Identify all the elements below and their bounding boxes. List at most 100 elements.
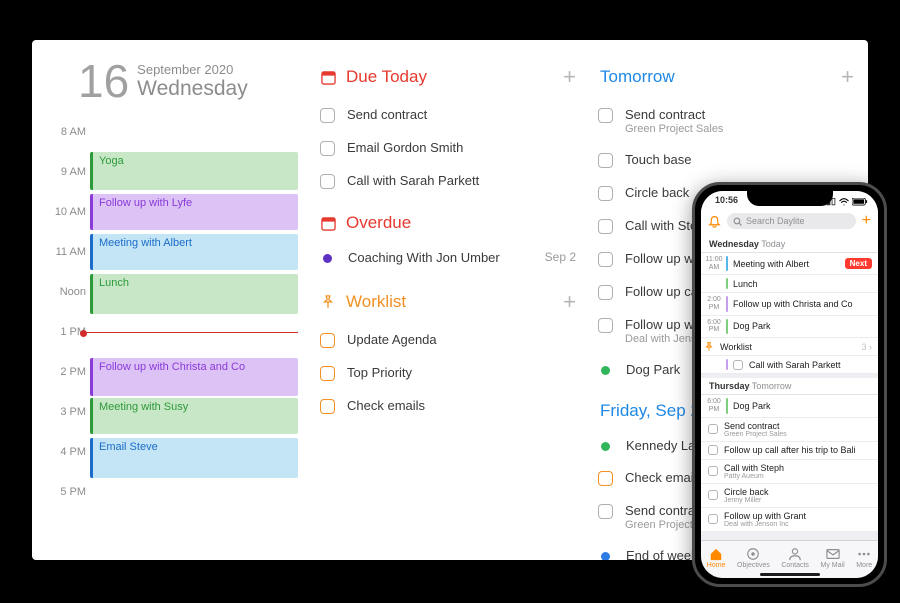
checkbox[interactable] [598,186,613,201]
battery-icon [852,198,868,206]
calendar-event[interactable]: Meeting with Susy [90,398,298,434]
task-row[interactable]: Touch base [598,143,854,176]
time-label: 3 PM [42,406,86,418]
checkbox[interactable] [708,445,718,455]
calendar-event[interactable]: Follow up with Christa and Co [90,358,298,396]
bell-icon[interactable] [708,215,721,228]
status-dot [601,552,610,560]
phone-list-row[interactable]: Follow up with GrantDeal with Jenson Inc [701,508,878,532]
tab-icon [826,547,840,561]
weekday: Wednesday [137,77,248,101]
calendar-event[interactable]: Lunch [90,274,298,314]
time-label: 10 AM [42,206,86,218]
phone-list-row[interactable]: Worklist3 › [701,338,878,356]
phone-add-button[interactable]: + [862,212,871,230]
task-date: Sep 2 [545,250,576,264]
add-due-today-button[interactable]: + [563,64,576,90]
month-year: September 2020 [137,62,248,77]
status-dot [601,442,610,451]
due-today-header: Due Today + [320,64,576,90]
phone-tab-objectives[interactable]: Objectives [737,547,770,569]
phone-tab-more[interactable]: More [856,547,872,569]
search-icon [733,217,742,226]
timeline[interactable]: 8 AM9 AM10 AM11 AMNoon1 PM2 PM3 PM4 PM5 … [42,132,302,560]
phone-search-input[interactable]: Search Daylite [727,213,856,229]
calendar-event[interactable]: Follow up with Lyfe [90,194,298,230]
calendar-event[interactable]: Yoga [90,152,298,190]
tomorrow-title: Tomorrow [600,67,675,87]
phone-list-row[interactable]: Lunch [701,275,878,293]
phone-tab-my-mail[interactable]: My Mail [821,547,845,569]
time-label: 11 AM [42,246,86,258]
task-row[interactable]: Coaching With Jon UmberSep 2 [320,241,576,273]
phone-list-row[interactable]: 2:00PMFollow up with Christa and Co [701,293,878,315]
phone-list-row[interactable]: Send contractGreen Project Sales [701,418,878,442]
phone-search-placeholder: Search Daylite [746,216,805,226]
calendar-event[interactable]: Meeting with Albert [90,234,298,270]
time-label: 5 PM [42,486,86,498]
add-worklist-button[interactable]: + [563,289,576,315]
checkbox[interactable] [598,219,613,234]
phone-tab-contacts[interactable]: Contacts [781,547,809,569]
checkbox[interactable] [320,333,335,348]
phone-day2-header: Thursday Tomorrow [701,378,878,395]
next-badge: Next [845,258,872,269]
worklist-header: Worklist + [320,289,576,315]
phone-list-row[interactable]: 11:00AMMeeting with AlbertNext [701,253,878,275]
overdue-title: Overdue [346,213,411,233]
checkbox[interactable] [598,252,613,267]
phone-list-row[interactable]: Call with StephPatty Aueum [701,460,878,484]
task-row[interactable]: Update Agenda [320,323,576,356]
checkbox[interactable] [320,108,335,123]
checkbox[interactable] [708,466,718,476]
checkbox[interactable] [320,174,335,189]
checkbox[interactable] [598,318,613,333]
tab-icon [788,547,802,561]
task-row[interactable]: Send contract [320,98,576,131]
date-header: 16 September 2020 Wednesday [78,58,302,104]
time-label: 8 AM [42,126,86,138]
checkbox[interactable] [598,504,613,519]
checkbox[interactable] [598,471,613,486]
wifi-icon [839,198,849,206]
checkbox[interactable] [708,514,718,524]
phone-notch [747,191,833,206]
worklist-title: Worklist [346,292,406,312]
phone-screen: 10:56 ▮▮▯ Search Daylite + Wednes [701,191,878,578]
task-row[interactable]: Top Priority [320,356,576,389]
calendar-alert-icon [320,215,336,231]
calendar-event[interactable]: Email Steve [90,438,298,478]
schedule-column: 16 September 2020 Wednesday 8 AM 9 AM 10 A… [32,40,312,560]
phone-list-row[interactable]: Follow up call after his trip to Bali [701,442,878,460]
task-row[interactable]: Email Gordon Smith [320,131,576,164]
task-row[interactable]: Call with Sarah Parkett [320,164,576,197]
phone-list-row[interactable]: Circle backJenny Miller [701,484,878,508]
due-today-title: Due Today [346,67,427,87]
checkbox[interactable] [598,153,613,168]
pin-icon [704,342,714,352]
phone-list-row[interactable]: Call with Sarah Parkett [701,356,878,374]
checkbox[interactable] [320,366,335,381]
day-number: 16 [78,58,129,104]
checkbox[interactable] [598,285,613,300]
checkbox[interactable] [733,360,743,370]
time-label: 9 AM [42,166,86,178]
time-label: 4 PM [42,446,86,458]
checkbox[interactable] [598,108,613,123]
calendar-icon [320,69,336,85]
phone-search-row: Search Daylite + [701,208,878,236]
checkbox[interactable] [320,141,335,156]
time-label: Noon [42,286,86,298]
checkbox[interactable] [320,399,335,414]
home-indicator[interactable] [760,573,820,576]
phone-list-row[interactable]: 6:00PMDog Park [701,316,878,338]
task-row[interactable]: Send contractGreen Project Sales [598,98,854,143]
checkbox[interactable] [708,424,718,434]
add-tomorrow-button[interactable]: + [841,64,854,90]
task-row[interactable]: Check emails [320,389,576,422]
phone-tab-home[interactable]: Home [707,547,726,569]
phone-list-row[interactable]: 6:00PMDog Park [701,395,878,417]
overdue-header: Overdue [320,213,576,233]
tab-icon [857,547,871,561]
checkbox[interactable] [708,490,718,500]
